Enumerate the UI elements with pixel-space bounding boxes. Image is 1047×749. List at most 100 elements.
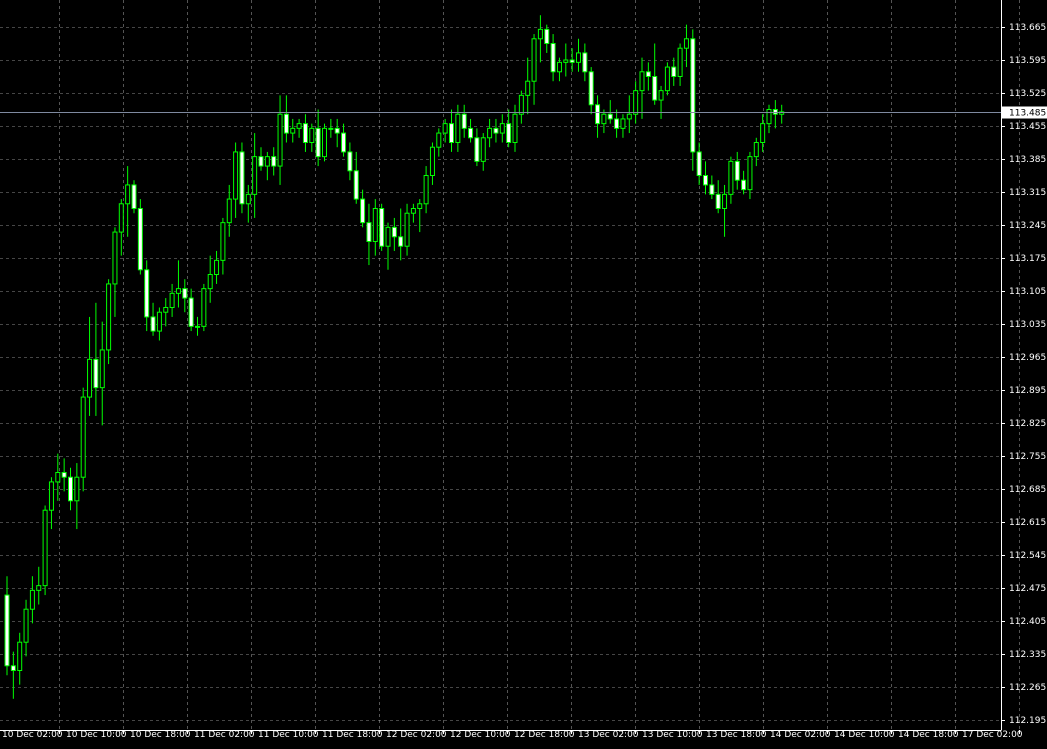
candle-body-bull [42,509,48,587]
candle-body-bull [728,160,734,195]
candle [379,203,385,251]
candle-body-bear [150,316,156,332]
candle-body-bear [709,184,715,195]
candle-body-bear [302,123,308,144]
candle-body-bear [353,170,359,200]
candle-body-bull [576,52,581,63]
current-price-label: 113.485 [1009,109,1046,119]
candle [690,29,696,171]
candle-body-bull [518,94,524,115]
candle-body-bull [537,28,543,40]
y-tick-label: 113.105 [1009,287,1046,297]
candle-body-bull [747,156,753,191]
candle-body-bull [226,198,232,224]
y-tick-label: 113.315 [1009,188,1046,198]
candle-body-bull [163,307,169,313]
candle-body-bull [531,38,537,82]
candle-body-bear [137,208,143,271]
candle-body-bull [328,127,334,130]
candle-body-bull [620,118,626,129]
candle-body-bear [506,123,512,144]
candle-body-bull [195,325,200,328]
candle-body-bull [36,585,42,591]
candle [80,387,86,492]
x-tick-label: 10 Dec 10:00 [66,730,127,740]
candle [42,505,48,596]
x-tick-label: 12 Dec 02:00 [386,730,447,740]
y-tick-label: 112.475 [1009,584,1046,594]
candle-body-bear [468,127,474,139]
candle-body-bear [398,236,404,247]
candle-body-bear [391,226,397,238]
y-tick-label: 112.965 [1009,353,1046,363]
candle-body-bull [23,608,29,643]
y-tick-label: 113.455 [1009,122,1046,132]
x-tick-label: 14 Dec 02:00 [770,730,831,740]
candle-body-bull [487,127,493,139]
candle-body-bear [360,198,366,224]
chart-canvas: 113.485 113.665 113.595 113.525 113.455 113.… [0,0,1047,745]
candle-body-bull [480,137,486,162]
candle-body-bull [233,151,239,200]
candle-body-bear [366,222,372,242]
candle-body-bear [474,137,480,162]
candle-body-bear [741,179,747,191]
y-tick-label: 112.825 [1009,419,1046,429]
x-tick-label: 12 Dec 18:00 [514,730,575,740]
candle-body-bear [61,472,67,478]
candle-body-bull [207,274,213,290]
x-tick-label: 17 Dec 02:00 [962,730,1023,740]
candle [137,199,143,275]
candle-body-bear [188,297,194,327]
candle [664,62,670,96]
candle-body-bear [144,269,150,318]
candle-body-bull [296,123,302,129]
candle-body-bear [715,193,721,210]
candle-body-bull [429,146,435,176]
candle-body-bull [404,212,410,247]
candle-body-bear [595,104,601,125]
candle-body-bear [258,156,264,167]
candle-body-bull [766,109,772,125]
candle-body-bull [290,127,296,134]
candle-body-bull [48,481,54,511]
candle [131,180,137,214]
candle-body-bull [252,156,258,195]
candle-body-bull [156,311,162,332]
candle-body-bull [683,38,689,49]
candle-body-bull [626,113,632,120]
x-tick-label: 13 Dec 18:00 [706,730,767,740]
candle-body-bull [214,259,220,276]
candle-body-bull [601,113,607,125]
candle-body-bear [614,118,620,129]
candle-body-bull [760,123,766,144]
candle-body-bear [588,71,594,106]
candle-body-bull [499,123,505,134]
candlestick-chart: 113.485 113.665 113.595 113.525 113.455 113.… [0,0,1047,745]
candle-body-bull [639,71,645,92]
candle-body-bull [264,156,270,167]
candle-body-bull [525,80,531,96]
candle-body-bear [734,160,740,181]
candle-body-bull [664,66,670,92]
candle-body-bear [182,288,188,299]
y-tick-label: 113.035 [1009,320,1046,330]
y-tick-label: 113.595 [1009,56,1046,66]
candle-body-bull [455,113,461,144]
candle-body-bull [423,175,429,205]
y-tick-label: 112.755 [1009,452,1046,462]
y-tick-label: 113.385 [1009,155,1046,165]
candle-body-bull [201,288,207,327]
candle-body-bull [74,476,80,502]
candle-body-bear [696,151,702,177]
x-tick-label: 13 Dec 10:00 [642,730,703,740]
candle-body-bull [436,132,442,148]
y-tick-label: 113.245 [1009,221,1046,231]
candle-body-bull [309,127,315,144]
candle-body-bear [131,184,137,210]
x-tick-label: 10 Dec 02:00 [2,730,63,740]
candle-body-bull [417,203,423,210]
candle-body-bull [106,283,112,351]
candle-body-bull [442,123,448,134]
candle-body-bull [512,113,518,144]
